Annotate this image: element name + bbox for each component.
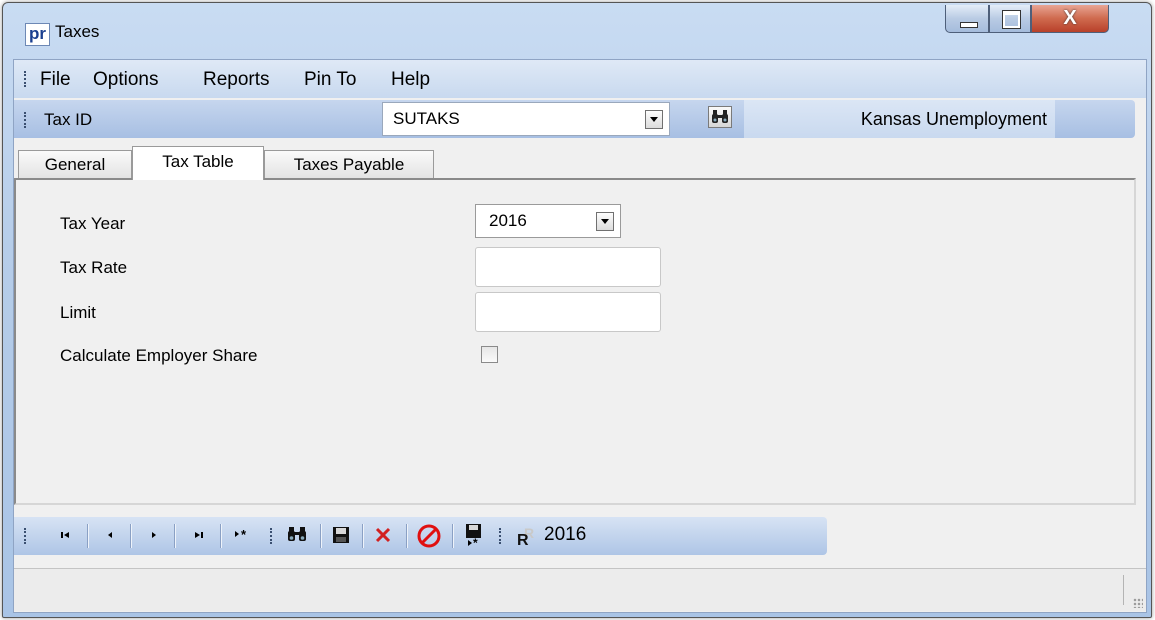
status-separator <box>1123 575 1124 605</box>
menu-file[interactable]: File <box>40 69 71 91</box>
cancel-button[interactable] <box>414 524 444 548</box>
chevron-down-icon <box>650 117 658 122</box>
next-record-icon <box>152 532 156 538</box>
report-button[interactable]: RR <box>514 525 542 549</box>
minimize-button[interactable] <box>945 5 989 33</box>
tax-rate-input[interactable] <box>475 247 661 287</box>
resize-grip-icon[interactable] <box>1133 598 1143 608</box>
tax-id-dropdown[interactable]: SUTAKS <box>382 102 670 136</box>
status-bar <box>14 568 1146 611</box>
cancel-icon <box>417 524 441 548</box>
tab-taxes-payable[interactable]: Taxes Payable <box>264 150 434 178</box>
save-button[interactable] <box>328 525 354 547</box>
tax-year-dropdown-button[interactable] <box>596 212 614 231</box>
next-record-button[interactable] <box>142 525 166 547</box>
tax-name-display: Kansas Unemployment <box>744 100 1055 138</box>
toolbar-separator <box>452 524 454 548</box>
taxes-window: pr Taxes X File Options Reports Pin To H… <box>2 2 1152 618</box>
toolbar-separator <box>362 524 364 548</box>
chevron-down-icon <box>601 219 609 224</box>
navbar-grip-icon[interactable] <box>24 528 29 544</box>
maximize-button[interactable] <box>989 5 1031 33</box>
report-icon: RR <box>517 525 534 549</box>
last-record-button[interactable] <box>186 525 210 547</box>
toolbar-separator <box>87 524 89 548</box>
current-year-display: 2016 <box>544 524 587 545</box>
toolbar-grip-icon[interactable] <box>24 112 29 128</box>
tax-id-value: SUTAKS <box>393 109 460 128</box>
menu-reports[interactable]: Reports <box>203 69 270 91</box>
client-area: File Options Reports Pin To Help Tax ID … <box>13 59 1147 613</box>
maximize-icon <box>1002 10 1021 29</box>
app-logo-icon: pr <box>25 23 50 46</box>
tab-general[interactable]: General <box>18 150 132 178</box>
first-record-button[interactable] <box>54 525 78 547</box>
binoculars-icon <box>712 110 728 123</box>
tax-year-value: 2016 <box>489 211 527 230</box>
previous-record-icon <box>108 532 112 538</box>
last-record-icon <box>195 532 203 538</box>
previous-record-button[interactable] <box>98 525 122 547</box>
binoculars-icon <box>288 527 306 541</box>
tax-id-toolbar: Tax ID SUTAKS Kansas Unemployment <box>14 100 1135 138</box>
title-bar[interactable]: pr Taxes X <box>3 3 1151 59</box>
svg-text:*: * <box>473 536 478 547</box>
toolbar-separator <box>220 524 222 548</box>
new-record-icon: * <box>235 527 247 542</box>
tab-tax-table[interactable]: Tax Table <box>132 146 264 180</box>
new-record-button[interactable]: * <box>230 525 260 547</box>
toolbar-separator <box>320 524 322 548</box>
delete-button[interactable] <box>370 525 396 547</box>
calc-employer-share-label: Calculate Employer Share <box>60 346 258 365</box>
tax-name-text: Kansas Unemployment <box>860 109 1047 129</box>
svg-text:*: * <box>241 527 247 541</box>
navbar-grip-icon[interactable] <box>499 528 504 544</box>
tax-rate-label: Tax Rate <box>60 258 128 277</box>
menu-options[interactable]: Options <box>93 69 158 91</box>
close-icon: X <box>1063 7 1077 29</box>
tax-id-find-button[interactable] <box>708 106 732 128</box>
tax-id-dropdown-button[interactable] <box>645 110 663 129</box>
tax-year-dropdown[interactable]: 2016 <box>475 204 621 238</box>
menu-bar: File Options Reports Pin To Help <box>14 60 1146 98</box>
svg-text:R: R <box>517 532 529 547</box>
limit-label: Limit <box>60 303 96 322</box>
record-navigation-toolbar: * * R R 2016 <box>14 517 827 555</box>
menu-pin-to[interactable]: Pin To <box>304 69 356 91</box>
minimize-icon <box>960 22 978 28</box>
save-icon <box>333 527 349 543</box>
save-new-icon: * <box>466 524 481 550</box>
toolbar-separator <box>174 524 176 548</box>
window-title: Taxes <box>55 22 100 41</box>
delete-icon <box>375 527 391 543</box>
menu-help[interactable]: Help <box>391 69 430 91</box>
calc-employer-share-checkbox[interactable] <box>481 346 498 363</box>
tax-year-label: Tax Year <box>60 214 126 233</box>
find-button[interactable] <box>284 525 310 547</box>
tax-id-label: Tax ID <box>44 110 93 129</box>
close-button[interactable]: X <box>1031 5 1109 33</box>
menubar-grip-icon[interactable] <box>24 71 29 87</box>
save-and-new-button[interactable]: * <box>460 524 488 550</box>
navbar-grip-icon[interactable] <box>270 528 275 544</box>
first-record-icon <box>61 532 69 538</box>
toolbar-separator <box>406 524 408 548</box>
limit-input[interactable] <box>475 292 661 332</box>
tab-strip: General Tax Table Taxes Payable <box>14 146 1146 180</box>
toolbar-separator <box>130 524 132 548</box>
